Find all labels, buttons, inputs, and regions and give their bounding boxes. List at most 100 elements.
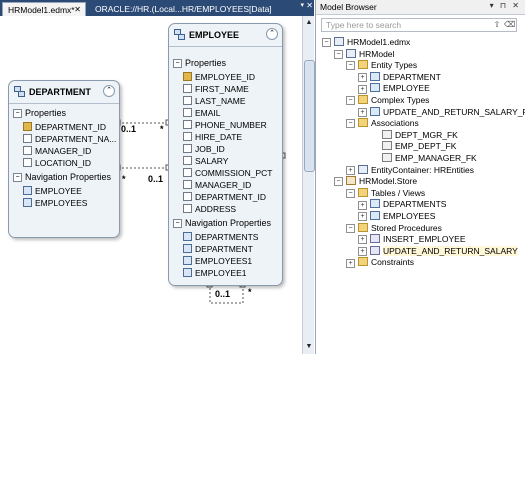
tree-node[interactable]: + Constraints (346, 256, 414, 268)
folder-icon (358, 222, 368, 232)
key-property-icon (23, 122, 32, 131)
tree-node[interactable]: DEPT_MGR_FK (370, 129, 458, 141)
model-browser-panel: Model Browser ▾ ⊓ ✕ Type here to search … (315, 0, 525, 354)
entity-property[interactable]: COMMISSION_PCT (183, 167, 272, 179)
stored-procedure-icon (370, 234, 380, 244)
tab-hrmodel-edmx[interactable]: HRModel1.edmx* ✕ (2, 2, 86, 16)
entity-property[interactable]: FIRST_NAME (183, 83, 249, 95)
association-multiplicity: 0..1 (121, 124, 137, 134)
scroll-up-icon[interactable]: ▲ (304, 18, 314, 28)
tree-node[interactable]: + UPDATE_AND_RETURN_SALARY_Result (358, 106, 525, 118)
tree-node[interactable]: + EntityContainer: HREntities (346, 164, 474, 176)
entity-property[interactable]: EMAIL (183, 107, 221, 119)
collapse-section-icon[interactable]: − (13, 109, 22, 119)
entity-property[interactable]: EMPLOYEE_ID (183, 71, 255, 83)
navigation-property[interactable]: DEPARTMENT (183, 243, 253, 255)
expand-icon[interactable]: + (358, 107, 367, 117)
expand-icon[interactable]: + (358, 235, 367, 245)
collapse-icon[interactable]: − (322, 38, 331, 48)
collapse-section-icon[interactable]: − (173, 219, 182, 229)
scroll-down-icon[interactable]: ▼ (304, 342, 314, 352)
tree-node[interactable]: EMP_DEPT_FK (370, 140, 456, 152)
entity-property[interactable]: DEPARTMENT_NA... (23, 133, 116, 145)
panel-window-buttons[interactable]: ▾ ⊓ ✕ (490, 1, 521, 10)
tree-node[interactable]: + INSERT_EMPLOYEE (358, 233, 466, 245)
entity-property[interactable]: HIRE_DATE (183, 131, 242, 143)
tree-node[interactable]: + DEPARTMENTS (358, 198, 446, 210)
navigation-property[interactable]: EMPLOYEE (23, 185, 82, 197)
entity-designer-canvas[interactable]: 0..1 * * 0..1 0..1 * DEPARTMENT ⌃ − Prope… (0, 16, 302, 354)
expand-icon[interactable]: + (346, 258, 355, 268)
entity-property[interactable]: JOB_ID (183, 143, 225, 155)
navigation-section-header[interactable]: − Navigation Properties (13, 172, 111, 183)
expand-icon[interactable]: + (358, 84, 367, 94)
model-browser-search-input[interactable]: Type here to search ⇧ ⌫ (321, 18, 517, 32)
entity-property[interactable]: SALARY (183, 155, 228, 167)
navigation-property[interactable]: EMPLOYEES1 (183, 255, 252, 267)
close-document-icon[interactable]: ✕ (306, 1, 313, 10)
association-multiplicity: * (160, 124, 164, 134)
navigation-section-header[interactable]: − Navigation Properties (173, 218, 271, 229)
tree-node[interactable]: + EMPLOYEE (358, 82, 430, 94)
entity-icon (370, 211, 380, 220)
expand-icon[interactable]: + (358, 212, 367, 222)
tree-node[interactable]: − HRModel.Store (334, 175, 417, 187)
entity-property[interactable]: ADDRESS (183, 203, 236, 215)
expand-icon[interactable]: + (358, 73, 367, 83)
entity-property[interactable]: LOCATION_ID (23, 157, 91, 169)
tab-close-icon[interactable]: ✕ (74, 3, 81, 17)
tree-node[interactable]: − Stored Procedures (346, 222, 442, 234)
tree-node-label: EMPLOYEE (383, 83, 430, 94)
entity-property[interactable]: MANAGER_ID (183, 179, 251, 191)
expand-icon[interactable]: + (358, 247, 367, 257)
search-up-icon[interactable]: ⇧ (492, 20, 502, 30)
collapse-icon[interactable]: − (334, 177, 343, 187)
designer-vertical-scrollbar[interactable]: ▲ ▼ (302, 16, 315, 354)
expand-icon[interactable]: + (346, 165, 355, 175)
collapse-icon[interactable]: − (346, 189, 355, 199)
entity-department[interactable]: DEPARTMENT ⌃ − Properties DEPARTMENT_ID D… (8, 80, 120, 238)
tree-node[interactable]: − Associations (346, 117, 419, 129)
navigation-property[interactable]: EMPLOYEES (23, 197, 87, 209)
collapse-icon[interactable]: ⌃ (103, 85, 115, 97)
collapse-icon[interactable]: − (346, 61, 355, 71)
collapse-icon[interactable]: ⌃ (266, 28, 278, 40)
tree-node[interactable]: EMP_MANAGER_FK (370, 152, 477, 164)
properties-section-header[interactable]: − Properties (13, 108, 66, 119)
tree-node-label: Associations (371, 118, 419, 129)
entity-property[interactable]: LAST_NAME (183, 95, 246, 107)
collapse-section-icon[interactable]: − (173, 59, 182, 69)
tab-dropdown-icon[interactable]: ▾ (300, 1, 304, 9)
collapse-icon[interactable]: − (346, 96, 355, 106)
search-clear-icon[interactable]: ⌫ (504, 20, 515, 30)
tree-node[interactable]: + DEPARTMENT (358, 71, 441, 83)
property-icon (183, 168, 192, 177)
navigation-property-icon (23, 198, 32, 207)
tree-node[interactable]: − Tables / Views (346, 187, 425, 199)
tree-node[interactable]: − HRModel1.edmx (322, 36, 410, 48)
tree-node[interactable]: − HRModel (334, 48, 394, 60)
entity-header[interactable]: DEPARTMENT ⌃ (9, 81, 119, 104)
entity-header[interactable]: EMPLOYEE ⌃ (169, 24, 282, 47)
expand-icon[interactable]: + (358, 200, 367, 210)
properties-section-header[interactable]: − Properties (173, 58, 226, 69)
scrollbar-thumb[interactable] (304, 60, 315, 172)
tree-node[interactable]: − Entity Types (346, 59, 417, 71)
collapse-icon[interactable]: − (346, 223, 355, 233)
entity-employee[interactable]: EMPLOYEE ⌃ − Properties EMPLOYEE_ID FIRST… (168, 23, 283, 286)
tree-node[interactable]: + EMPLOYEES (358, 210, 435, 222)
navigation-property[interactable]: DEPARTMENTS (183, 231, 258, 243)
navigation-property[interactable]: EMPLOYEE1 (183, 267, 247, 279)
entity-property[interactable]: MANAGER_ID (23, 145, 91, 157)
collapse-icon[interactable]: − (346, 119, 355, 129)
collapse-icon[interactable]: − (334, 49, 343, 59)
tree-node[interactable]: + UPDATE_AND_RETURN_SALARY (358, 245, 518, 257)
entity-property[interactable]: DEPARTMENT_ID (183, 191, 266, 203)
entity-property[interactable]: DEPARTMENT_ID (23, 121, 106, 133)
entity-property[interactable]: PHONE_NUMBER (183, 119, 267, 131)
tab-oracle-data[interactable]: ORACLE://HR.(Local...HR/EMPLOYEES[Data] (90, 2, 277, 16)
property-icon (183, 120, 192, 129)
collapse-section-icon[interactable]: − (13, 173, 22, 183)
tree-node[interactable]: − Complex Types (346, 94, 429, 106)
association-multiplicity: * (248, 287, 252, 297)
